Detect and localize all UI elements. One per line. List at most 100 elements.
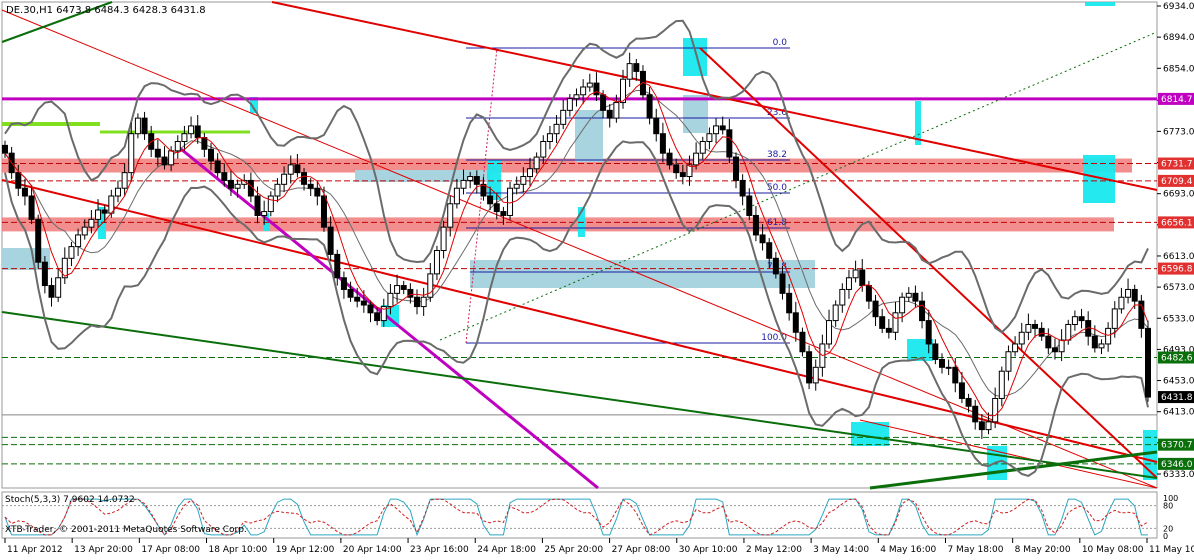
candle-body [1125, 288, 1132, 298]
candle-body [460, 179, 467, 189]
candle-body [301, 172, 308, 185]
candle-body [354, 296, 361, 302]
price-level-tag-label: 6656.1 [1161, 218, 1193, 228]
candle-body [772, 257, 779, 275]
candle-body [540, 140, 547, 158]
candle-body [606, 109, 613, 119]
candle-body [307, 183, 314, 189]
candle-body [978, 421, 985, 431]
candle-body [613, 102, 620, 119]
price-level-tag-label: 6346.0 [1161, 460, 1193, 470]
price-level-tag-label: 6731.7 [1161, 160, 1193, 170]
candle-body [958, 382, 965, 399]
candle-body [600, 94, 607, 111]
candle-body [845, 277, 852, 290]
candle-body [566, 98, 573, 111]
candle-body [320, 195, 327, 228]
candle-body [128, 133, 135, 174]
candle-body [786, 292, 793, 314]
candle-body [440, 226, 447, 252]
price-tick-label: 6413.0 [1163, 408, 1194, 418]
candle-body [1098, 343, 1105, 349]
candle-body [513, 183, 520, 189]
candle-body [779, 273, 786, 294]
candle-body [1111, 308, 1118, 329]
candle-body [467, 176, 474, 181]
candle-body [938, 359, 945, 368]
price-tick-label: 6854.0 [1163, 64, 1194, 74]
stoch-scale-label: 80 [1163, 502, 1173, 511]
candle-body [1091, 335, 1098, 349]
candle-body [208, 148, 215, 162]
candle-body [713, 125, 720, 135]
candle-body [101, 209, 108, 214]
candle-body [1032, 323, 1039, 329]
candle-body [1078, 316, 1085, 322]
candle-body [194, 125, 201, 139]
candle-body [274, 183, 281, 197]
candle-body [1051, 347, 1058, 353]
highlight-block [1085, 2, 1115, 6]
candle-body [586, 82, 593, 88]
candle-body [919, 300, 926, 322]
candle-body [766, 242, 773, 259]
time-tick-label: 24 Apr 18:00 [477, 545, 536, 555]
candle-body [998, 370, 1005, 399]
price-tick-label: 6453.0 [1163, 377, 1194, 387]
candle-body [487, 195, 494, 205]
time-tick-label: 27 Apr 08:00 [612, 545, 671, 555]
candle-body [1012, 343, 1019, 353]
candle-body [912, 292, 919, 302]
candle-body [420, 296, 427, 308]
stoch-label: Stoch(5,3,3) 7.9602 14.0732 [5, 495, 135, 505]
time-tick-label: 2 May 12:00 [746, 545, 802, 555]
candle-body [905, 292, 912, 298]
candle-body [334, 253, 341, 279]
candle-body [453, 187, 460, 205]
candle-body [493, 203, 500, 213]
candle-body [1145, 327, 1151, 398]
price-level-tag-label: 6814.7 [1161, 95, 1193, 105]
candle-body [340, 277, 347, 290]
price-tick-label: 6333.0 [1163, 470, 1194, 480]
candle-body [832, 304, 839, 322]
candle-body [414, 296, 421, 308]
stock-chart: 0.023.638.250.061.876.8100.0 6934.06894.… [0, 0, 1194, 556]
candle-body [134, 117, 141, 135]
price-tick-label: 6773.0 [1163, 127, 1194, 137]
candle-body [294, 164, 301, 174]
candle-body [214, 160, 221, 174]
candle-body [626, 63, 633, 80]
symbol-info: DE.30,H1 6473.8 6484.3 6428.3 6431.8 [6, 5, 206, 16]
time-tick-label: 18 Apr 10:00 [209, 545, 268, 555]
copyright-text: XTB-Trader, © 2001-2011 MetaQuotes Softw… [5, 525, 247, 535]
candle-body [746, 195, 753, 216]
price-tick-label: 6533.0 [1163, 314, 1194, 324]
candle-body [188, 125, 195, 135]
candle-body [945, 366, 952, 369]
candle-body [35, 218, 42, 263]
candle-body [174, 140, 181, 152]
candle-body [520, 176, 527, 185]
price-tick-label: 6693.0 [1163, 190, 1194, 200]
candle-body [181, 133, 188, 142]
highlight-block [1083, 155, 1115, 203]
candle-body [1131, 288, 1138, 302]
candle-body [533, 156, 540, 170]
candle-body [15, 172, 22, 189]
candle-body [732, 156, 739, 181]
candle-body [699, 140, 706, 154]
candle-body [81, 226, 88, 236]
candle-body [865, 285, 872, 302]
candle-body [360, 300, 367, 306]
candle-body [1045, 335, 1052, 349]
price-level-tag-label: 6596.8 [1161, 265, 1193, 275]
candle-body [75, 234, 82, 248]
time-tick-label: 11 Apr 2012 [7, 545, 63, 555]
candle-body [852, 269, 859, 279]
candle-body [812, 366, 819, 384]
candle-body [859, 269, 866, 287]
candle-body [234, 183, 241, 189]
candle-body [41, 261, 48, 287]
candle-body [759, 234, 766, 244]
